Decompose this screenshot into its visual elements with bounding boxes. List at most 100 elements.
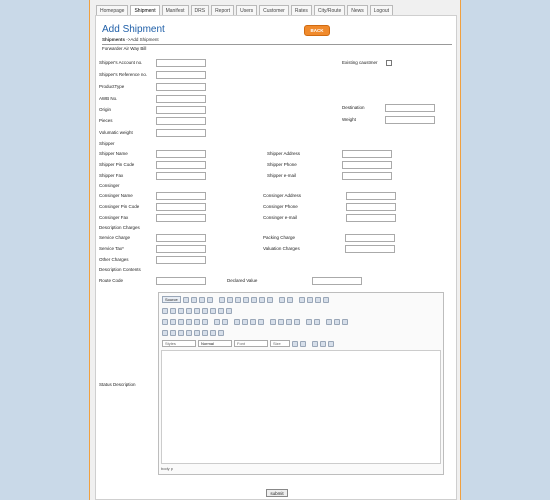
checkbox-icon[interactable] <box>170 307 176 314</box>
maximize-icon[interactable] <box>312 340 318 347</box>
button-field-icon[interactable] <box>210 307 216 314</box>
consignee-phone-input[interactable] <box>346 203 396 211</box>
textfield-icon[interactable] <box>186 307 192 314</box>
show-blocks-icon[interactable] <box>320 340 326 347</box>
align-left-icon[interactable] <box>270 318 276 325</box>
consignee-name-input[interactable] <box>156 192 206 200</box>
styles-select[interactable]: Styles <box>162 340 196 347</box>
other-charges-input[interactable] <box>156 256 206 264</box>
subscript-icon[interactable] <box>194 318 200 325</box>
page-break-icon[interactable] <box>210 329 216 336</box>
destination-input[interactable] <box>385 104 435 112</box>
special-char-icon[interactable] <box>202 329 208 336</box>
anchor-icon[interactable] <box>342 318 348 325</box>
redo-icon[interactable] <box>286 296 293 303</box>
consignee-fax-input[interactable] <box>156 214 206 222</box>
source-button[interactable]: Source <box>162 296 181 303</box>
image-icon[interactable] <box>162 329 168 336</box>
outdent-icon[interactable] <box>234 318 240 325</box>
iframe-icon[interactable] <box>218 329 224 336</box>
product-type-input[interactable] <box>156 83 206 91</box>
justify-icon[interactable] <box>294 318 300 325</box>
about-icon[interactable] <box>328 340 334 347</box>
shippers-account-input[interactable] <box>156 59 206 67</box>
print-icon[interactable] <box>258 296 265 303</box>
breadcrumb-root[interactable]: Shipments <box>102 37 125 42</box>
paste-text-icon[interactable] <box>242 296 249 303</box>
tab-report[interactable]: Report <box>211 5 235 15</box>
unlink-icon[interactable] <box>334 318 340 325</box>
italic-icon[interactable] <box>170 318 176 325</box>
copy-icon[interactable] <box>226 296 233 303</box>
packing-charge-input[interactable] <box>345 234 395 242</box>
shipper-pin-input[interactable] <box>156 161 206 169</box>
bold-icon[interactable] <box>162 318 168 325</box>
textarea-icon[interactable] <box>194 307 200 314</box>
blockquote-icon[interactable] <box>250 318 256 325</box>
image-button-icon[interactable] <box>218 307 224 314</box>
flash-icon[interactable] <box>170 329 176 336</box>
superscript-icon[interactable] <box>202 318 208 325</box>
paste-icon[interactable] <box>234 296 241 303</box>
find-icon[interactable] <box>298 296 305 303</box>
consignee-email-input[interactable] <box>346 214 396 222</box>
tab-manifest[interactable]: Manifest <box>161 5 189 15</box>
new-page-icon[interactable] <box>190 296 197 303</box>
select-field-icon[interactable] <box>202 307 208 314</box>
replace-icon[interactable] <box>306 296 313 303</box>
tab-logout[interactable]: Logout <box>369 5 394 15</box>
paste-word-icon[interactable] <box>250 296 257 303</box>
tab-rates[interactable]: Rates <box>290 5 312 15</box>
ltr-icon[interactable] <box>306 318 312 325</box>
route-code-input[interactable] <box>156 277 206 285</box>
tab-customer[interactable]: Customer <box>259 5 289 15</box>
declared-value-input[interactable] <box>312 277 362 285</box>
templates-icon[interactable] <box>206 296 213 303</box>
remove-format-icon[interactable] <box>322 296 329 303</box>
tab-drs[interactable]: DRS <box>190 5 210 15</box>
editor-content-area[interactable] <box>161 350 441 464</box>
service-tax-input[interactable] <box>156 245 206 253</box>
pieces-input[interactable] <box>156 117 206 125</box>
submit-button[interactable]: submit <box>266 489 288 497</box>
link-icon[interactable] <box>326 318 332 325</box>
background-color-icon[interactable] <box>300 340 306 347</box>
preview-icon[interactable] <box>198 296 205 303</box>
shipper-email-input[interactable] <box>342 172 392 180</box>
numbered-list-icon[interactable] <box>214 318 220 325</box>
format-select[interactable]: Normal <box>198 340 232 347</box>
shipper-name-input[interactable] <box>156 150 206 158</box>
save-icon[interactable] <box>182 296 189 303</box>
hidden-field-icon[interactable] <box>226 307 232 314</box>
tab-news[interactable]: News <box>347 5 368 15</box>
shipper-fax-input[interactable] <box>156 172 206 180</box>
weight-input[interactable] <box>385 116 435 124</box>
cut-icon[interactable] <box>218 296 225 303</box>
strike-icon[interactable] <box>186 318 192 325</box>
awb-no-input[interactable] <box>156 95 206 103</box>
underline-icon[interactable] <box>178 318 184 325</box>
origin-input[interactable] <box>156 106 206 114</box>
horizontal-rule-icon[interactable] <box>186 329 192 336</box>
smiley-icon[interactable] <box>194 329 200 336</box>
service-charge-input[interactable] <box>156 234 206 242</box>
table-icon[interactable] <box>178 329 184 336</box>
volumetric-weight-input[interactable] <box>156 129 206 137</box>
select-all-icon[interactable] <box>314 296 321 303</box>
tab-shipment[interactable]: Shipment <box>130 5 160 15</box>
div-icon[interactable] <box>258 318 264 325</box>
consignee-address-input[interactable] <box>346 192 396 200</box>
tab-homepage[interactable]: Homepage <box>96 5 129 15</box>
shipper-phone-input[interactable] <box>342 161 392 169</box>
shipper-address-input[interactable] <box>342 150 392 158</box>
tab-city-route[interactable]: City/Route <box>313 5 346 15</box>
align-center-icon[interactable] <box>278 318 284 325</box>
existing-customer-checkbox[interactable] <box>386 60 392 66</box>
text-color-icon[interactable] <box>292 340 298 347</box>
back-button[interactable]: BACK <box>304 25 330 36</box>
shippers-reference-input[interactable] <box>156 71 206 79</box>
tab-users[interactable]: Users <box>236 5 258 15</box>
indent-icon[interactable] <box>242 318 248 325</box>
valuation-charges-input[interactable] <box>345 245 395 253</box>
font-select[interactable]: Font <box>234 340 268 347</box>
